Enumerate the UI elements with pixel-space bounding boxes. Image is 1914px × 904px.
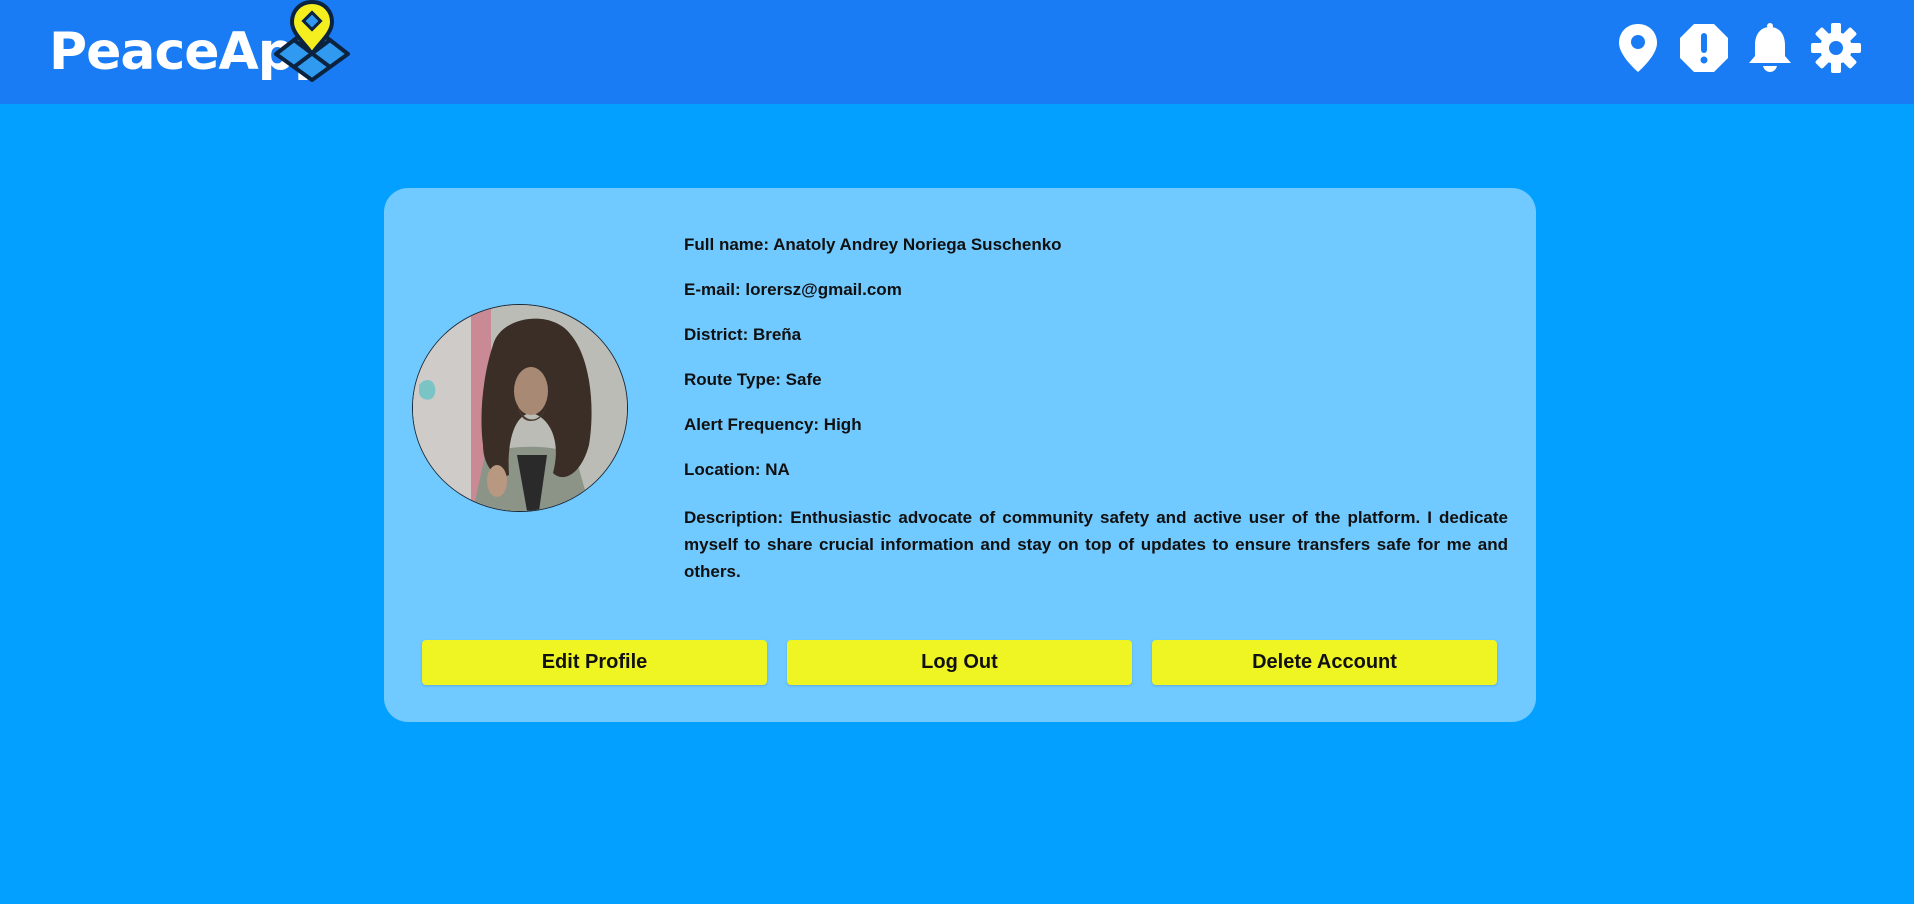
email-field: E-mail: lorersz@gmail.com xyxy=(684,280,902,299)
delete-account-button[interactable]: Delete Account xyxy=(1152,640,1497,685)
profile-photo-avatar xyxy=(412,304,628,512)
location-pin-icon[interactable] xyxy=(1612,22,1664,74)
description-field: Description: Enthusiastic advocate of co… xyxy=(684,508,1508,581)
full-name-field: Full name: Anatoly Andrey Noriega Susche… xyxy=(684,235,1062,254)
top-navbar: PeaceApp xyxy=(0,0,1914,104)
edit-profile-button[interactable]: Edit Profile xyxy=(422,640,767,685)
profile-card: Full name: Anatoly Andrey Noriega Susche… xyxy=(384,188,1536,722)
map-pin-logo-icon xyxy=(274,0,350,82)
bell-icon[interactable] xyxy=(1744,22,1796,74)
district-field: District: Breña xyxy=(684,325,802,344)
gear-icon[interactable] xyxy=(1810,22,1862,74)
alert-frequency-field: Alert Frequency: High xyxy=(684,415,862,434)
log-out-button[interactable]: Log Out xyxy=(787,640,1132,685)
profile-info: Full name: Anatoly Andrey Noriega Susche… xyxy=(684,234,1508,585)
location-field: Location: NA xyxy=(684,460,790,479)
alert-icon[interactable] xyxy=(1678,22,1730,74)
route-type-field: Route Type: Safe xyxy=(684,370,822,389)
profile-actions: Edit Profile Log Out Delete Account xyxy=(422,640,1497,685)
